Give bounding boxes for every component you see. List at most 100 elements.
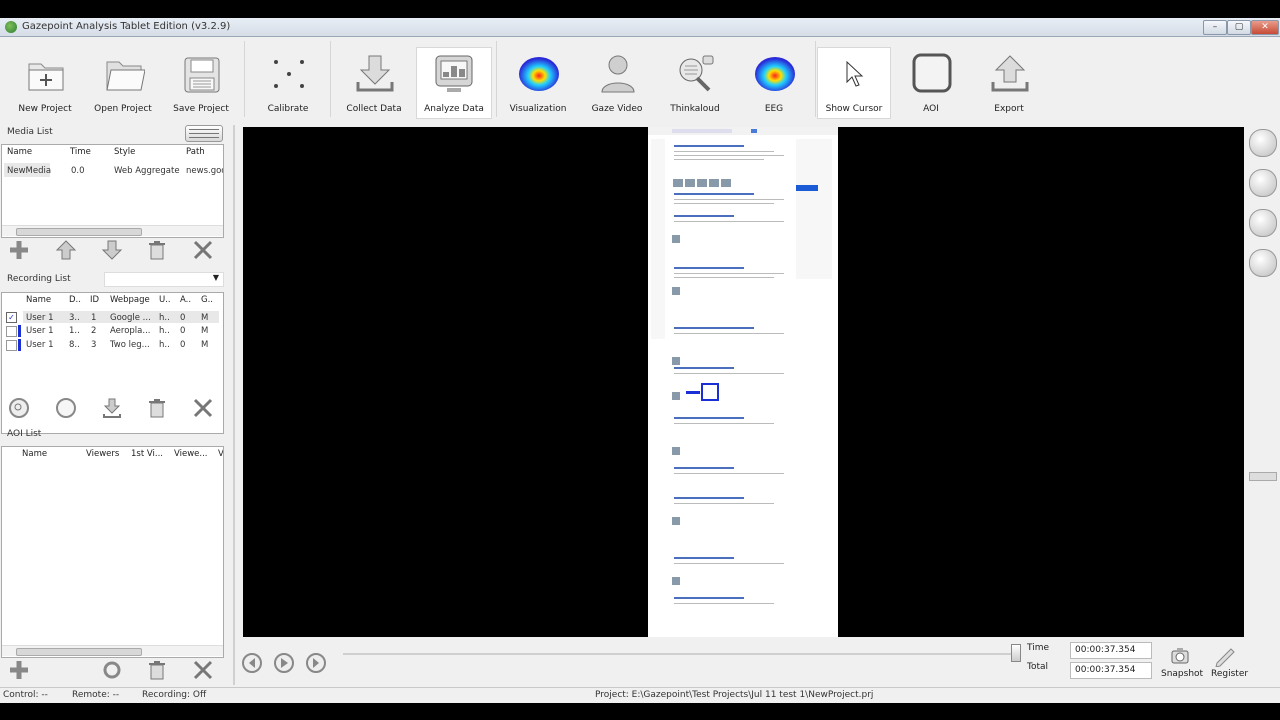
recording-list-title: Recording List — [7, 274, 71, 284]
splitter[interactable] — [233, 125, 235, 685]
rec-col-id[interactable]: ID — [90, 293, 99, 308]
web-page-preview — [648, 127, 838, 604]
media-col-path[interactable]: Path — [186, 145, 205, 160]
person-icon — [601, 55, 635, 93]
visualization-button[interactable]: Visualization — [499, 44, 577, 122]
toolbar: New Project Open Project Save Project Ca… — [0, 37, 1280, 121]
snapshot-camera-icon[interactable] — [1170, 645, 1190, 667]
move-up-icon[interactable] — [55, 239, 77, 261]
timeline-track[interactable] — [343, 653, 1021, 655]
recording-checkbox[interactable] — [6, 340, 17, 351]
move-down-icon[interactable] — [101, 239, 123, 261]
analyze-data-button[interactable]: Analyze Data — [416, 47, 492, 119]
title-bar: Gazepoint Analysis Tablet Edition (v3.2.… — [0, 18, 1280, 37]
rec-col-d[interactable]: D.. — [69, 293, 81, 308]
aoi-col-viewed[interactable]: Viewe... — [174, 447, 208, 462]
remote-status: Remote: -- — [72, 690, 120, 700]
show-cursor-button[interactable]: Show Cursor — [817, 47, 891, 119]
aoi-col-viewers[interactable]: Viewers — [86, 447, 119, 462]
import-recording-icon[interactable] — [101, 397, 123, 419]
media-col-style[interactable]: Style — [114, 145, 135, 160]
scroll-thumb[interactable] — [16, 648, 142, 656]
recording-color-swatch — [18, 325, 21, 337]
rec-row-u: h.. — [159, 326, 170, 336]
rec-row-id: 1 — [91, 313, 97, 323]
analyze-data-label: Analyze Data — [424, 104, 484, 114]
toolbar-separator — [330, 41, 331, 117]
save-icon — [184, 57, 220, 93]
media-list-title: Media List — [7, 127, 53, 137]
web-page-stimulus — [648, 127, 838, 637]
rec-col-name[interactable]: Name — [26, 293, 51, 308]
open-project-button[interactable]: Open Project — [84, 44, 162, 122]
heatmap-icon — [519, 57, 559, 91]
aoi-col-v[interactable]: V — [218, 447, 223, 462]
tools-icon[interactable] — [192, 659, 214, 681]
rec-row-webpage: Aeropla... — [110, 326, 151, 336]
thinkaloud-button[interactable]: Thinkaloud — [656, 44, 734, 122]
timeline-slider-thumb[interactable] — [1011, 644, 1021, 662]
eeg-button[interactable]: EEG — [735, 44, 813, 122]
save-project-button[interactable]: Save Project — [162, 44, 240, 122]
new-project-button[interactable]: New Project — [6, 44, 84, 122]
snapshot-label: Snapshot — [1161, 669, 1204, 679]
current-time-field[interactable]: 00:00:37.354 — [1070, 642, 1152, 659]
list-view-toggle[interactable] — [185, 125, 223, 142]
export-button[interactable]: Export — [970, 44, 1048, 122]
add-media-icon[interactable] — [8, 239, 30, 261]
calibrate-button[interactable]: Calibrate — [249, 44, 327, 122]
rec-row-u: h.. — [159, 340, 170, 350]
search-recording-icon[interactable] — [8, 397, 30, 419]
download-tray-icon — [356, 55, 394, 92]
rewind-icon[interactable] — [241, 652, 263, 674]
visualization-label: Visualization — [509, 104, 567, 114]
media-col-name[interactable]: Name — [7, 145, 32, 160]
toolbar-separator — [815, 41, 816, 117]
aoi-button[interactable]: AOI — [892, 44, 970, 122]
trash-icon[interactable] — [146, 397, 168, 419]
total-time-field[interactable]: 00:00:37.354 — [1070, 662, 1152, 679]
recording-checkbox[interactable] — [6, 326, 17, 337]
viewer-side-toolbar — [1246, 127, 1277, 639]
rec-col-u[interactable]: U.. — [159, 293, 171, 308]
gaze-video-button[interactable]: Gaze Video — [578, 44, 656, 122]
fast-forward-icon[interactable] — [305, 652, 327, 674]
stimulus-viewer[interactable] — [243, 127, 1244, 637]
register-pen-icon[interactable] — [1213, 645, 1237, 667]
rec-col-a[interactable]: A.. — [180, 293, 191, 308]
fit-view-icon[interactable] — [1249, 249, 1277, 277]
aoi-col-name[interactable]: Name — [22, 447, 47, 462]
trash-icon[interactable] — [146, 659, 168, 681]
scroll-thumb[interactable] — [16, 228, 142, 236]
maximize-button[interactable]: ▢ — [1227, 20, 1251, 35]
minimize-button[interactable]: – — [1203, 20, 1227, 35]
chevron-down-icon: ▼ — [212, 273, 219, 282]
tools-icon[interactable] — [192, 397, 214, 419]
record-circle-icon[interactable] — [55, 397, 77, 419]
aoi-horizontal-scrollbar[interactable] — [2, 645, 223, 656]
vertical-scroll-thumb[interactable] — [1249, 472, 1277, 481]
trash-icon[interactable] — [146, 239, 168, 261]
collect-data-button[interactable]: Collect Data — [335, 44, 413, 122]
aoi-list[interactable]: Name Viewers 1st Vi... Viewe... V — [1, 446, 224, 658]
media-list[interactable]: Name Time Style Path NewMedia 0.0 Web Ag… — [1, 144, 224, 238]
rec-col-webpage[interactable]: Webpage — [110, 293, 150, 308]
zoom-out-icon[interactable] — [1249, 209, 1277, 237]
aoi-col-first-view[interactable]: 1st Vi... — [131, 447, 163, 462]
save-project-label: Save Project — [173, 104, 229, 114]
rec-row-d: 3.. — [69, 313, 80, 323]
recording-filter-dropdown[interactable]: ▼ — [104, 272, 224, 287]
tools-icon[interactable] — [192, 239, 214, 261]
media-col-time[interactable]: Time — [70, 145, 91, 160]
rec-row-d: 8.. — [69, 340, 80, 350]
camera-film-icon[interactable] — [1249, 129, 1277, 157]
close-button[interactable]: ✕ — [1251, 20, 1279, 35]
add-aoi-icon[interactable] — [8, 659, 30, 681]
zoom-in-icon[interactable] — [1249, 169, 1277, 197]
refresh-icon[interactable] — [101, 659, 123, 681]
media-horizontal-scrollbar[interactable] — [2, 225, 223, 236]
play-icon[interactable] — [273, 652, 295, 674]
total-label: Total — [1027, 662, 1049, 672]
recording-checkbox[interactable]: ✓ — [6, 312, 17, 323]
rec-col-g[interactable]: G.. — [201, 293, 213, 308]
